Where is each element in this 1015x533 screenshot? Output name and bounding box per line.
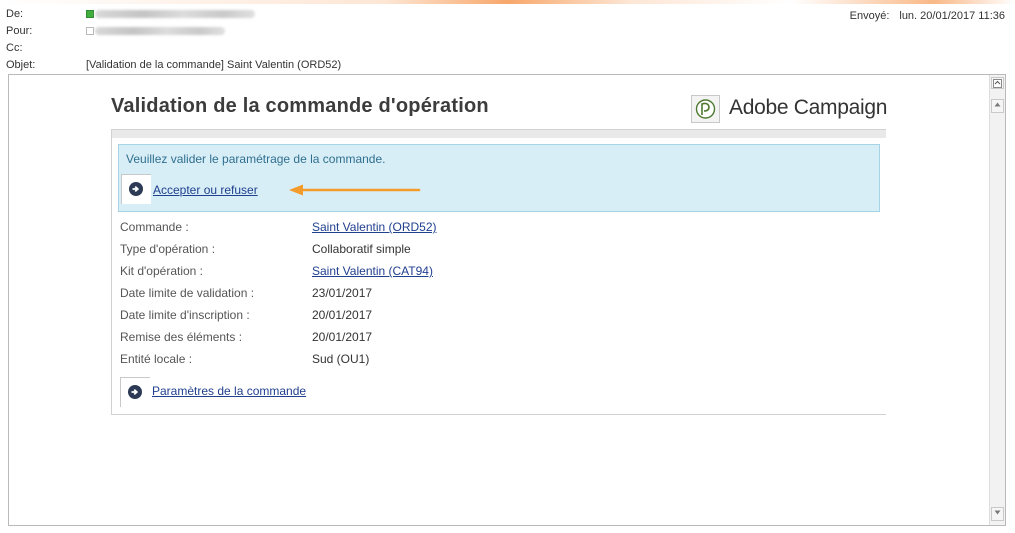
subject-value: [Validation de la commande] Saint Valent… — [86, 59, 342, 71]
brand: Adobe Campaign — [691, 95, 888, 125]
brand-name: Adobe Campaign — [729, 96, 888, 119]
operation-kit-link[interactable]: Saint Valentin (CAT94) — [312, 262, 433, 280]
field-row-operation-kit: Kit d'opération : Saint Valentin (CAT94) — [120, 262, 720, 280]
field-label: Entité locale : — [120, 352, 193, 366]
field-value: 20/01/2017 — [312, 330, 373, 344]
scroll-down-icon[interactable] — [991, 507, 1004, 521]
sent-label: Envoyé: — [849, 10, 890, 22]
cc-label: Cc: — [6, 42, 23, 54]
adobe-campaign-logo — [691, 95, 720, 123]
email-header: De: Pour: Cc: Objet: [Validation de la c… — [0, 4, 1015, 74]
field-value: 20/01/2017 — [312, 308, 373, 322]
field-label: Date limite d'inscription : — [120, 308, 250, 322]
sent-info: Envoyé: lun. 20/01/2017 11:36 — [850, 10, 1005, 22]
field-row-operation-type: Type d'opération : Collaboratif simple — [120, 240, 720, 258]
to-address-redacted — [95, 27, 225, 36]
field-value: Sud (OU1) — [312, 352, 370, 366]
vertical-scrollbar[interactable] — [989, 75, 1005, 525]
subject-label: Objet: — [6, 59, 36, 71]
to-value[interactable] — [86, 23, 225, 39]
field-label: Type d'opération : — [120, 242, 216, 256]
order-panel: Veuillez valider le paramétrage de la co… — [111, 129, 886, 415]
field-row-order: Commande : Saint Valentin (ORD52) — [120, 218, 720, 236]
message-body-frame: Validation de la commande d'opération Ad… — [8, 74, 1006, 526]
arrow-right-circle-icon — [129, 182, 143, 196]
arrow-right-circle-icon — [128, 385, 142, 399]
field-label: Kit d'opération : — [120, 264, 204, 278]
accept-or-refuse-link[interactable]: Accepter ou refuser — [153, 183, 258, 197]
checkbox-icon — [86, 27, 94, 35]
order-link[interactable]: Saint Valentin (ORD52) — [312, 218, 437, 236]
from-label: De: — [6, 8, 24, 20]
scroll-up-icon[interactable] — [991, 99, 1004, 113]
from-address-redacted — [95, 10, 255, 19]
order-parameters: Paramètres de la commande — [120, 377, 420, 409]
to-label: Pour: — [6, 25, 33, 37]
field-row-local-entity: Entité locale : Sud (OU1) — [120, 350, 720, 368]
accept-icon-box[interactable] — [121, 174, 151, 204]
field-value: Collaboratif simple — [312, 242, 411, 256]
field-label: Commande : — [120, 220, 189, 234]
notice-text: Veuillez valider le paramétrage de la co… — [126, 152, 386, 166]
field-row-validation-deadline: Date limite de validation : 23/01/2017 — [120, 284, 720, 302]
field-row-delivery: Remise des éléments : 20/01/2017 — [120, 328, 720, 346]
checkbox-icon — [86, 10, 94, 18]
validation-notice: Veuillez valider le paramétrage de la co… — [118, 144, 880, 212]
field-label: Date limite de validation : — [120, 286, 255, 300]
params-icon-box[interactable] — [120, 377, 150, 407]
page-title: Validation de la commande d'opération — [111, 95, 489, 117]
scrollbar-top-icon[interactable] — [991, 77, 1004, 89]
field-value: 23/01/2017 — [312, 286, 373, 300]
field-row-registration-deadline: Date limite d'inscription : 20/01/2017 — [120, 306, 720, 324]
panel-header-stripe — [112, 130, 886, 138]
order-parameters-link[interactable]: Paramètres de la commande — [152, 384, 306, 398]
sent-value: lun. 20/01/2017 11:36 — [899, 10, 1005, 22]
callout-arrow-icon — [289, 184, 421, 196]
field-label: Remise des éléments : — [120, 330, 243, 344]
from-value[interactable] — [86, 6, 255, 22]
